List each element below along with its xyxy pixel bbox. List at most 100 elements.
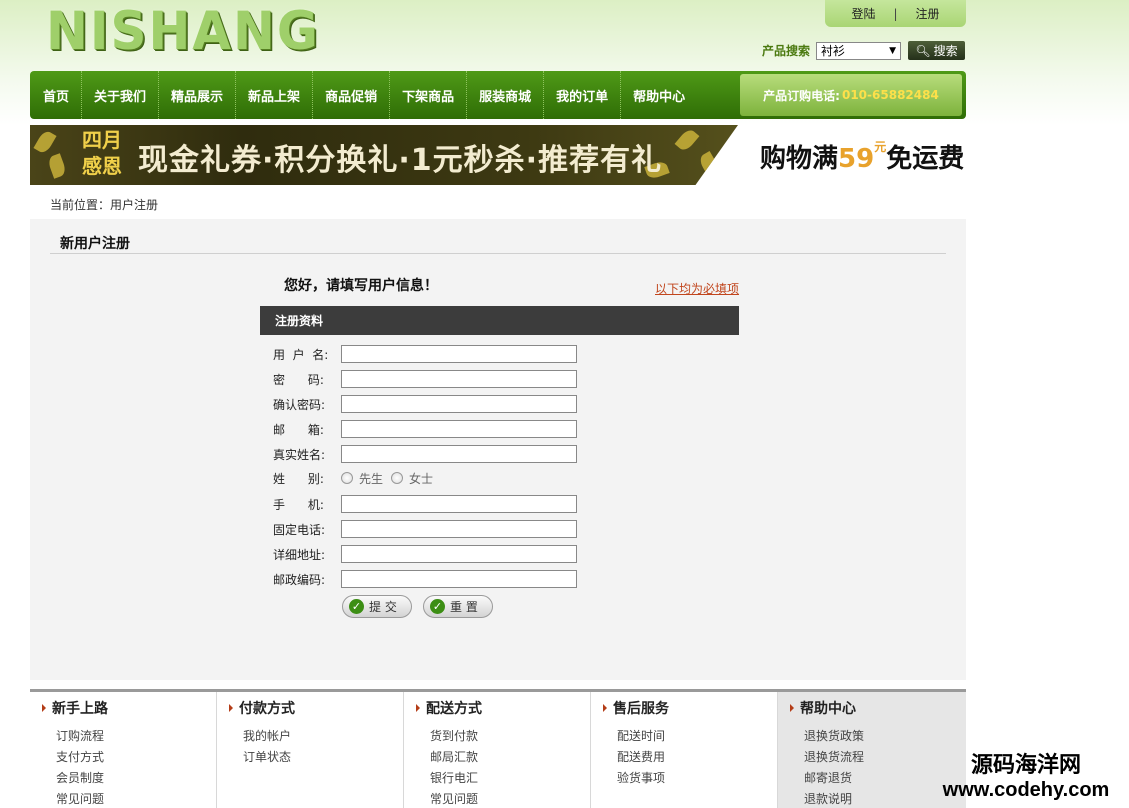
footer-title-text: 配送方式 xyxy=(426,701,482,717)
form-row-real-name: 真实姓名: xyxy=(273,445,577,463)
footer-link[interactable]: 常见问题 xyxy=(42,789,216,808)
gender-option-male[interactable]: 先生 xyxy=(359,470,383,487)
phone-input[interactable] xyxy=(341,520,577,538)
footer-col-title: 帮助中心 xyxy=(790,698,966,718)
register-link[interactable]: 注册 xyxy=(916,5,940,22)
banner-badge: 四月 感恩 xyxy=(74,127,130,183)
footer-title-text: 付款方式 xyxy=(239,701,295,717)
gender-option-female[interactable]: 女士 xyxy=(409,470,433,487)
top-links-separator: | xyxy=(893,6,898,21)
order-phone-label: 产品订购电话: xyxy=(763,88,840,103)
footer-link[interactable]: 退换货政策 xyxy=(790,726,966,747)
email-input[interactable] xyxy=(341,420,577,438)
top-links: 登陆 | 注册 xyxy=(825,0,966,27)
login-link[interactable]: 登陆 xyxy=(851,5,875,22)
banner-right-amount: 59 xyxy=(838,144,875,174)
reset-button-label: 重 置 xyxy=(450,600,478,614)
footer-col-title: 配送方式 xyxy=(416,698,590,718)
form-row-postcode: 邮政编码: xyxy=(273,570,577,588)
form-greeting: 您好，请填写用户信息！ xyxy=(284,278,438,294)
required-fields-link[interactable]: 以下均为必填项 xyxy=(655,280,739,297)
triangle-bullet-icon xyxy=(416,704,420,712)
password-input[interactable] xyxy=(341,370,577,388)
banner-right-suffix: 免运费 xyxy=(886,144,965,174)
footer-link[interactable]: 银行电汇 xyxy=(416,768,590,789)
breadcrumb: 当前位置：用户注册 xyxy=(50,198,159,212)
banner-right-unit: 元 xyxy=(874,140,887,154)
triangle-bullet-icon xyxy=(229,704,233,712)
username-label: 用 户 名: xyxy=(273,347,329,362)
postcode-input[interactable] xyxy=(341,570,577,588)
real-name-input[interactable] xyxy=(341,445,577,463)
footer-link[interactable]: 我的帐户 xyxy=(229,726,403,747)
nav-discontinued[interactable]: 下架商品 xyxy=(390,71,468,119)
footer-link[interactable]: 常见问题 xyxy=(416,789,590,808)
banner-free-shipping: 购物满59元免运费 xyxy=(760,138,964,175)
search-select-value: 衬衫 xyxy=(821,44,846,58)
gender-radio-female[interactable] xyxy=(391,472,404,484)
mobile-input[interactable] xyxy=(341,495,577,513)
footer-col-shipping: 配送方式 货到付款 邮局汇款 银行电汇 常见问题 xyxy=(404,692,591,808)
main-nav: 首页 关于我们 精品展示 新品上架 商品促销 下架商品 服装商城 我的订单 帮助… xyxy=(30,71,966,119)
footer-link[interactable]: 邮局汇款 xyxy=(416,747,590,768)
mobile-label: 手 机: xyxy=(273,497,324,512)
gender-radio-male[interactable] xyxy=(341,472,353,484)
submit-button[interactable]: ✓ 提 交 xyxy=(342,595,412,618)
promo-banner[interactable]: 四月 感恩 现金礼券·积分换礼·1元秒杀·推荐有礼 购物满59元免运费 xyxy=(30,125,966,185)
leaf-decoration xyxy=(33,128,57,156)
footer-link[interactable]: 会员制度 xyxy=(42,768,216,789)
search-label: 产品搜索 xyxy=(762,44,811,58)
order-phone: 产品订购电话: 010-65882484 xyxy=(740,74,962,116)
footer-link[interactable]: 验货事项 xyxy=(603,768,777,789)
footer-col-payment: 付款方式 我的帐户 订单状态 xyxy=(217,692,404,808)
footer-link[interactable]: 货到付款 xyxy=(416,726,590,747)
footer-link[interactable]: 支付方式 xyxy=(42,747,216,768)
product-search: 产品搜索 衬衫 ▼ 🔍︎ 搜索 xyxy=(762,41,966,60)
form-row-username: 用 户 名: xyxy=(273,345,577,363)
nav-showcase[interactable]: 精品展示 xyxy=(159,71,237,119)
footer-title-text: 售后服务 xyxy=(613,701,669,717)
leaf-decoration xyxy=(674,127,700,153)
nav-store[interactable]: 服装商城 xyxy=(467,71,545,119)
leaf-decoration xyxy=(46,153,68,179)
nav-promotions[interactable]: 商品促销 xyxy=(313,71,391,119)
form-row-confirm-password: 确认密码: xyxy=(273,395,577,413)
check-icon: ✓ xyxy=(349,599,364,614)
address-input[interactable] xyxy=(341,545,577,563)
footer-link[interactable]: 订单状态 xyxy=(229,747,403,768)
footer-title-text: 新手上路 xyxy=(52,701,108,717)
nav-new-arrivals[interactable]: 新品上架 xyxy=(236,71,314,119)
confirm-password-input[interactable] xyxy=(341,395,577,413)
search-button[interactable]: 🔍︎ 搜索 xyxy=(908,41,966,60)
form-row-mobile: 手 机: xyxy=(273,495,577,513)
site-logo[interactable]: NISHANG xyxy=(46,1,320,62)
form-row-password: 密 码: xyxy=(273,370,577,388)
footer-link[interactable]: 订购流程 xyxy=(42,726,216,747)
footer-link[interactable]: 配送费用 xyxy=(603,747,777,768)
watermark: 源码海洋网 www.codehy.com xyxy=(926,753,1126,801)
form-row-gender: 姓 别: 先生 女士 xyxy=(273,469,441,487)
nav-home[interactable]: 首页 xyxy=(30,71,83,119)
footer-col-title: 付款方式 xyxy=(229,698,403,718)
banner-badge-line1: 四月 xyxy=(82,128,122,152)
footer-col-title: 新手上路 xyxy=(42,698,216,718)
reset-button[interactable]: ✓ 重 置 xyxy=(423,595,493,618)
triangle-bullet-icon xyxy=(603,704,607,712)
gender-label: 姓 别: xyxy=(273,471,324,486)
search-category-select[interactable]: 衬衫 ▼ xyxy=(816,41,902,60)
form-row-phone: 固定电话: xyxy=(273,520,577,538)
watermark-line1: 源码海洋网 xyxy=(970,753,1081,778)
username-input[interactable] xyxy=(341,345,577,363)
nav-help[interactable]: 帮助中心 xyxy=(621,71,697,119)
search-button-label: 搜索 xyxy=(933,44,958,58)
search-icon: 🔍︎ xyxy=(915,43,931,58)
page-title: 新用户注册 xyxy=(50,233,946,254)
order-phone-number: 010-65882484 xyxy=(841,88,939,102)
nav-about[interactable]: 关于我们 xyxy=(82,71,160,119)
footer-link[interactable]: 配送时间 xyxy=(603,726,777,747)
banner-right-prefix: 购物满 xyxy=(760,144,839,174)
footer-links: 新手上路 订购流程 支付方式 会员制度 常见问题 付款方式 我的帐户 订单状态 … xyxy=(30,689,966,808)
password-label: 密 码: xyxy=(273,372,324,387)
footer-title-text: 帮助中心 xyxy=(800,701,856,717)
nav-my-orders[interactable]: 我的订单 xyxy=(544,71,622,119)
